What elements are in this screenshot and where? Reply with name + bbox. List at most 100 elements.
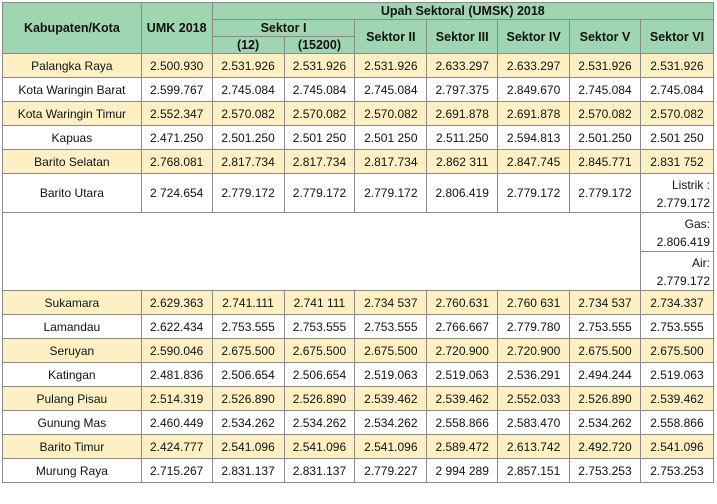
sector-value: 2.753.555 — [354, 314, 428, 339]
sector-value: 2.583.470 — [497, 410, 571, 435]
table-body-bottom: Sukamara 2.629.363 2.741.111 2.741 111 2.734… — [2, 290, 715, 483]
sector-value: 2.817.734 — [283, 149, 356, 174]
sector-value: 2.534.262 — [211, 410, 285, 435]
sector-value: 2.541.096 — [283, 434, 356, 459]
umk-value: 2.424.777 — [140, 434, 213, 459]
gas-cell: Gas: 2.806.419 — [639, 212, 715, 252]
sector-value: 2.779.172 — [354, 173, 428, 213]
sector-value: 2.691.878 — [497, 101, 571, 126]
region-name: Kota Waringin Timur — [2, 101, 142, 126]
table-row: Kota Waringin Timur 2.552.347 2.570.082 2.5… — [2, 101, 715, 126]
sector-value: 2.675.500 — [283, 338, 356, 363]
sector-value: 2.594.813 — [497, 125, 571, 150]
listrik-label: Listrik : — [671, 178, 710, 192]
header-sektor-1-sub-a: (12) — [211, 36, 285, 54]
sector-value: 2.675.500 — [354, 338, 428, 363]
sector-value: 2.847.745 — [497, 149, 571, 174]
sector-value: 2.741 111 — [283, 290, 356, 315]
header-sektor-4: Sektor IV — [497, 19, 571, 54]
sector-value: 2 994 289 — [426, 458, 499, 483]
sector-value: 2.745.084 — [569, 77, 641, 102]
header-umk: UMK 2018 — [140, 2, 213, 54]
table-row: Barito Timur 2.424.777 2.541.096 2.541.096 2… — [2, 434, 715, 459]
sector-value: 2.831.137 — [283, 458, 356, 483]
sector-value: 2.857.151 — [497, 458, 571, 483]
sector-value: 2.779.172 — [497, 173, 571, 213]
sector-value: 2.753.253 — [639, 458, 715, 483]
air-cell: Air: 2.779.172 — [639, 251, 715, 291]
sector-value: 2.779.172 — [211, 173, 285, 213]
sector-value: 2.734 537 — [354, 290, 428, 315]
sector-value: 2.766.667 — [426, 314, 499, 339]
sector-value: 2.779.172 — [283, 173, 356, 213]
listrik-value: 2.779.172 — [656, 196, 710, 210]
umk-value: 2.599.767 — [140, 77, 213, 102]
header-umsk: Upah Sektoral (UMSK) 2018 — [211, 2, 715, 20]
sector-value: 2.552.033 — [497, 386, 571, 411]
sector-value: 2.691.878 — [426, 101, 499, 126]
table-row: Kapuas 2.471.250 2.501.250 2.501 250 2.501 2… — [2, 125, 715, 150]
sector-value: 2.797.375 — [426, 77, 499, 102]
gas-label: Gas: — [684, 217, 710, 231]
sector-value: 2.531.926 — [354, 53, 428, 78]
sector-value: 2.519.063 — [639, 362, 715, 387]
sector-value: 2.501 250 — [354, 125, 428, 150]
header-sektor-2: Sektor II — [354, 19, 428, 54]
table-row: Katingan 2.481.836 2.506.654 2.506.654 2.519… — [2, 362, 715, 387]
sector-value: 2.492.720 — [569, 434, 641, 459]
umk-value: 2.460.449 — [140, 410, 213, 435]
table-row: Barito Selatan 2.768.081 2.817.734 2.817.73… — [2, 149, 715, 174]
listrik-cell: Listrik : 2.779.172 — [639, 173, 715, 213]
sector-value: 2.589.472 — [426, 434, 499, 459]
sector-value: 2.779.227 — [354, 458, 428, 483]
wage-table: Kabupaten/Kota UMK 2018 Upah Sektoral (U… — [2, 2, 715, 483]
header-kabupaten: Kabupaten/Kota — [2, 2, 142, 54]
umk-value: 2.471.250 — [140, 125, 213, 150]
sector-value: 2.570.082 — [354, 101, 428, 126]
region-name: Katingan — [2, 362, 142, 387]
umk-value: 2.514.319 — [140, 386, 213, 411]
region-name: Pulang Pisau — [2, 386, 142, 411]
sector-value: 2.501.250 — [569, 125, 641, 150]
sector-value: 2.501 250 — [639, 125, 715, 150]
sector-value: 2.745.084 — [211, 77, 285, 102]
sector-value: 2.519.063 — [354, 362, 428, 387]
sector-value: 2.849.670 — [497, 77, 571, 102]
sector-value: 2.720.900 — [497, 338, 571, 363]
sector-value: 2.741.111 — [211, 290, 285, 315]
table-row: Gas: 2.806.419 — [2, 212, 715, 291]
sector-value: 2.531.926 — [283, 53, 356, 78]
region-name: Lamandau — [2, 314, 142, 339]
region-name: Barito Utara — [2, 173, 142, 213]
sector-value: 2.526.890 — [211, 386, 285, 411]
umk-value: 2.552.347 — [140, 101, 213, 126]
sector-value: 2.831.137 — [211, 458, 285, 483]
sector-value: 2.534.262 — [283, 410, 356, 435]
barito-utara-block: Barito Utara 2 724.654 2.779.172 2.779.1… — [2, 173, 715, 291]
sector-value: 2.526.890 — [569, 386, 641, 411]
header-sektor-1: Sektor I — [211, 19, 356, 37]
sector-value: 2.570.082 — [211, 101, 285, 126]
sector-value: 2.831 752 — [639, 149, 715, 174]
sector-value: 2.558.866 — [639, 410, 715, 435]
header-sektor-1-sub-b: (15200) — [283, 36, 356, 54]
sector-value: 2.633.297 — [426, 53, 499, 78]
sector-value: 2.779.780 — [497, 314, 571, 339]
sector-value: 2.526.890 — [283, 386, 356, 411]
sector-value: 2.558.866 — [426, 410, 499, 435]
sector-value: 2.753.253 — [569, 458, 641, 483]
sector-value: 2.501 250 — [283, 125, 356, 150]
sector-value: 2.817.734 — [354, 149, 428, 174]
table-body-top: Palangka Raya 2.500.930 2.531.926 2.531.926… — [2, 53, 715, 174]
sector-value: 2.806.419 — [426, 173, 499, 213]
sector-value: 2.531.926 — [211, 53, 285, 78]
gas-value: 2.806.419 — [656, 235, 710, 249]
table-row: Lamandau 2.622.434 2.753.555 2.753.555 2.753… — [2, 314, 715, 339]
sector-value: 2.501.250 — [211, 125, 285, 150]
umk-value: 2.715.267 — [140, 458, 213, 483]
sector-value: 2.720.900 — [426, 338, 499, 363]
table-row: Barito Utara 2 724.654 2.779.172 2.779.1… — [2, 173, 715, 213]
umk-value: 2 724.654 — [140, 173, 213, 213]
region-name: Sukamara — [2, 290, 142, 315]
sector-value: 2.745.084 — [639, 77, 715, 102]
